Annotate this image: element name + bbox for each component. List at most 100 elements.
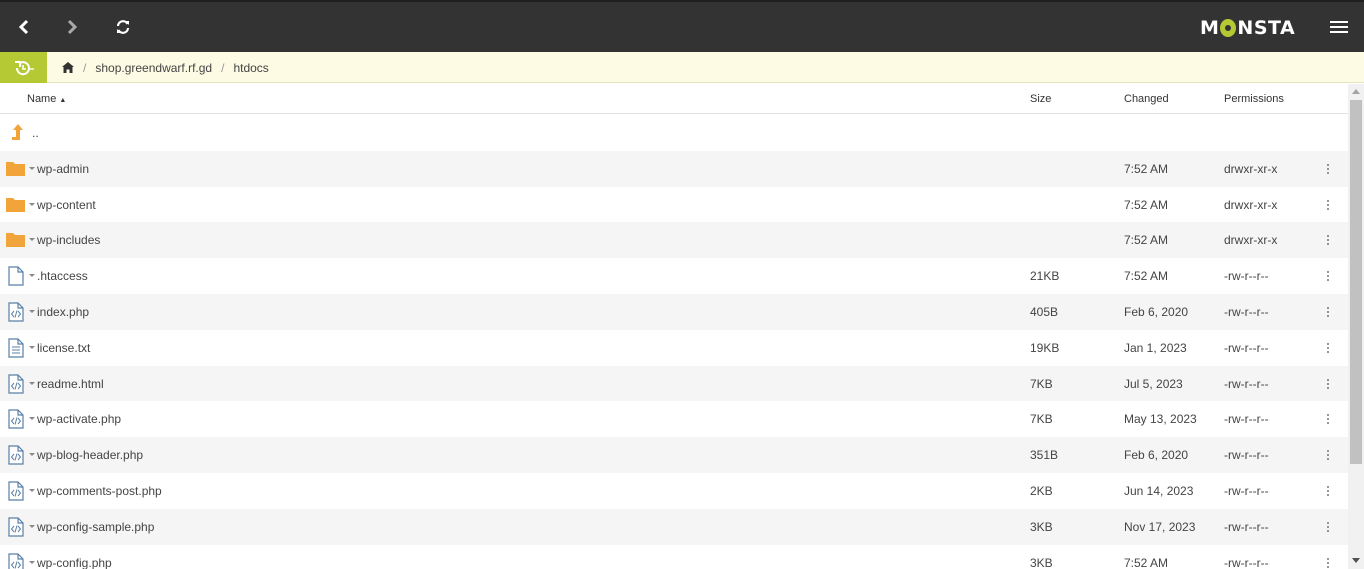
monsta-logo: M NSTA — [1200, 16, 1295, 40]
row-dropdown-caret-icon[interactable] — [29, 488, 35, 492]
file-size: 19KB — [1030, 340, 1060, 355]
row-actions-menu-icon[interactable] — [1322, 376, 1334, 392]
file-permissions: -rw-r--r-- — [1224, 412, 1269, 427]
file-size: 3KB — [1030, 555, 1053, 569]
code-file-icon — [8, 409, 24, 429]
file-name[interactable]: index.php — [37, 305, 89, 319]
table-row[interactable]: readme.html 7KB Jul 5, 2023 -rw-r--r-- — [0, 365, 1348, 402]
file-changed: May 13, 2023 — [1124, 412, 1197, 427]
row-actions-menu-icon[interactable] — [1322, 232, 1334, 248]
table-row[interactable]: wp-includes 7:52 AM drwxr-xr-x — [0, 222, 1348, 259]
file-name[interactable]: wp-admin — [37, 162, 89, 176]
scroll-down-arrow-icon[interactable] — [1352, 558, 1360, 563]
row-dropdown-caret-icon[interactable] — [29, 274, 35, 278]
row-actions-menu-icon[interactable] — [1322, 519, 1334, 535]
table-row[interactable]: wp-config-sample.php 3KB Nov 17, 2023 -rw-r… — [0, 508, 1348, 545]
row-dropdown-caret-icon[interactable] — [29, 417, 35, 421]
row-actions-menu-icon[interactable] — [1322, 197, 1334, 213]
column-header-name[interactable]: Name ▲ — [27, 93, 66, 105]
row-dropdown-caret-icon[interactable] — [29, 560, 35, 564]
folder-icon — [6, 161, 25, 176]
breadcrumb: / shop.greendwarf.rf.gd / htdocs — [62, 52, 269, 83]
file-name[interactable]: wp-includes — [37, 233, 100, 247]
file-name[interactable]: license.txt — [37, 341, 90, 355]
row-dropdown-caret-icon[interactable] — [29, 202, 35, 206]
row-actions-menu-icon[interactable] — [1322, 304, 1334, 320]
row-dropdown-caret-icon[interactable] — [29, 238, 35, 242]
row-dropdown-caret-icon[interactable] — [29, 524, 35, 528]
file-size: 21KB — [1030, 269, 1060, 284]
table-row[interactable]: wp-activate.php 7KB May 13, 2023 -rw-r--r-- — [0, 401, 1348, 437]
text-file-icon — [8, 338, 24, 358]
row-actions-menu-icon[interactable] — [1322, 555, 1334, 569]
row-dropdown-caret-icon[interactable] — [29, 345, 35, 349]
code-file-icon — [8, 481, 24, 501]
breadcrumb-item-host[interactable]: shop.greendwarf.rf.gd — [95, 61, 212, 75]
scrollbar-thumb[interactable] — [1350, 100, 1362, 464]
table-row[interactable]: wp-config.php 3KB 7:52 AM -rw-r--r-- — [0, 545, 1348, 569]
file-size: 7KB — [1030, 376, 1053, 391]
file-permissions: -rw-r--r-- — [1224, 448, 1269, 463]
home-icon[interactable] — [62, 62, 74, 73]
folder-icon — [6, 197, 25, 212]
hamburger-menu-button[interactable] — [1328, 18, 1350, 38]
table-row[interactable]: wp-content 7:52 AM drwxr-xr-x — [0, 187, 1348, 223]
refresh-icon — [116, 20, 130, 34]
file-name[interactable]: wp-content — [37, 198, 96, 212]
code-file-icon — [8, 552, 24, 569]
file-name[interactable]: wp-blog-header.php — [37, 448, 143, 462]
file-size: 2KB — [1030, 483, 1053, 498]
vertical-scrollbar[interactable] — [1348, 84, 1364, 569]
up-arrow-icon — [12, 124, 23, 140]
file-name[interactable]: wp-config-sample.php — [37, 520, 154, 534]
file-name[interactable]: wp-comments-post.php — [37, 484, 162, 498]
file-name[interactable]: .htaccess — [37, 269, 88, 283]
breadcrumb-item-htdocs[interactable]: htdocs — [233, 61, 268, 75]
top-toolbar: M NSTA — [0, 0, 1364, 52]
refresh-button[interactable] — [109, 13, 137, 41]
row-actions-menu-icon[interactable] — [1322, 161, 1334, 177]
column-header-permissions[interactable]: Permissions — [1224, 93, 1284, 105]
row-dropdown-caret-icon[interactable] — [29, 309, 35, 313]
table-row[interactable]: license.txt 19KB Jan 1, 2023 -rw-r--r-- — [0, 330, 1348, 366]
code-file-icon — [8, 445, 24, 465]
history-button[interactable] — [0, 52, 47, 83]
file-size: 405B — [1030, 304, 1059, 319]
code-file-icon — [8, 517, 24, 537]
row-actions-menu-icon[interactable] — [1322, 483, 1334, 499]
table-row[interactable]: wp-blog-header.php 351B Feb 6, 2020 -rw-r--… — [0, 437, 1348, 473]
file-permissions: -rw-r--r-- — [1224, 519, 1269, 534]
row-actions-menu-icon[interactable] — [1322, 268, 1334, 284]
file-changed: Nov 17, 2023 — [1124, 519, 1196, 534]
forward-button[interactable] — [58, 13, 86, 41]
chevron-right-icon — [67, 19, 78, 35]
row-dropdown-caret-icon[interactable] — [29, 166, 35, 170]
file-permissions: -rw-r--r-- — [1224, 340, 1269, 355]
parent-directory-row[interactable]: .. — [0, 115, 1348, 151]
row-actions-menu-icon[interactable] — [1322, 340, 1334, 356]
file-size: 3KB — [1030, 519, 1053, 534]
scroll-up-arrow-icon[interactable] — [1352, 89, 1360, 94]
row-dropdown-caret-icon[interactable] — [29, 453, 35, 457]
table-row[interactable]: wp-comments-post.php 2KB Jun 14, 2023 -rw-r… — [0, 473, 1348, 509]
table-row[interactable]: .htaccess 21KB 7:52 AM -rw-r--r-- — [0, 258, 1348, 294]
breadcrumb-bar: / shop.greendwarf.rf.gd / htdocs — [0, 52, 1364, 83]
table-row[interactable]: wp-admin 7:52 AM drwxr-xr-x — [0, 150, 1348, 187]
file-name[interactable]: wp-config.php — [37, 556, 112, 569]
file-permissions: -rw-r--r-- — [1224, 376, 1269, 391]
column-header-changed[interactable]: Changed — [1124, 93, 1169, 105]
column-header-size[interactable]: Size — [1030, 93, 1051, 105]
row-actions-menu-icon[interactable] — [1322, 411, 1334, 427]
row-actions-menu-icon[interactable] — [1322, 447, 1334, 463]
table-row[interactable]: index.php 405B Feb 6, 2020 -rw-r--r-- — [0, 293, 1348, 330]
file-table: Name ▲ Size Changed Permissions .. wp-ad… — [0, 84, 1348, 569]
file-name[interactable]: wp-activate.php — [37, 412, 121, 426]
row-dropdown-caret-icon[interactable] — [29, 381, 35, 385]
file-permissions: -rw-r--r-- — [1224, 555, 1269, 569]
folder-icon — [6, 233, 25, 248]
back-button[interactable] — [10, 13, 38, 41]
logo-text-left: M — [1200, 17, 1220, 39]
file-name[interactable]: readme.html — [37, 377, 104, 391]
file-changed: Jul 5, 2023 — [1124, 376, 1183, 391]
file-changed: 7:52 AM — [1124, 161, 1169, 176]
